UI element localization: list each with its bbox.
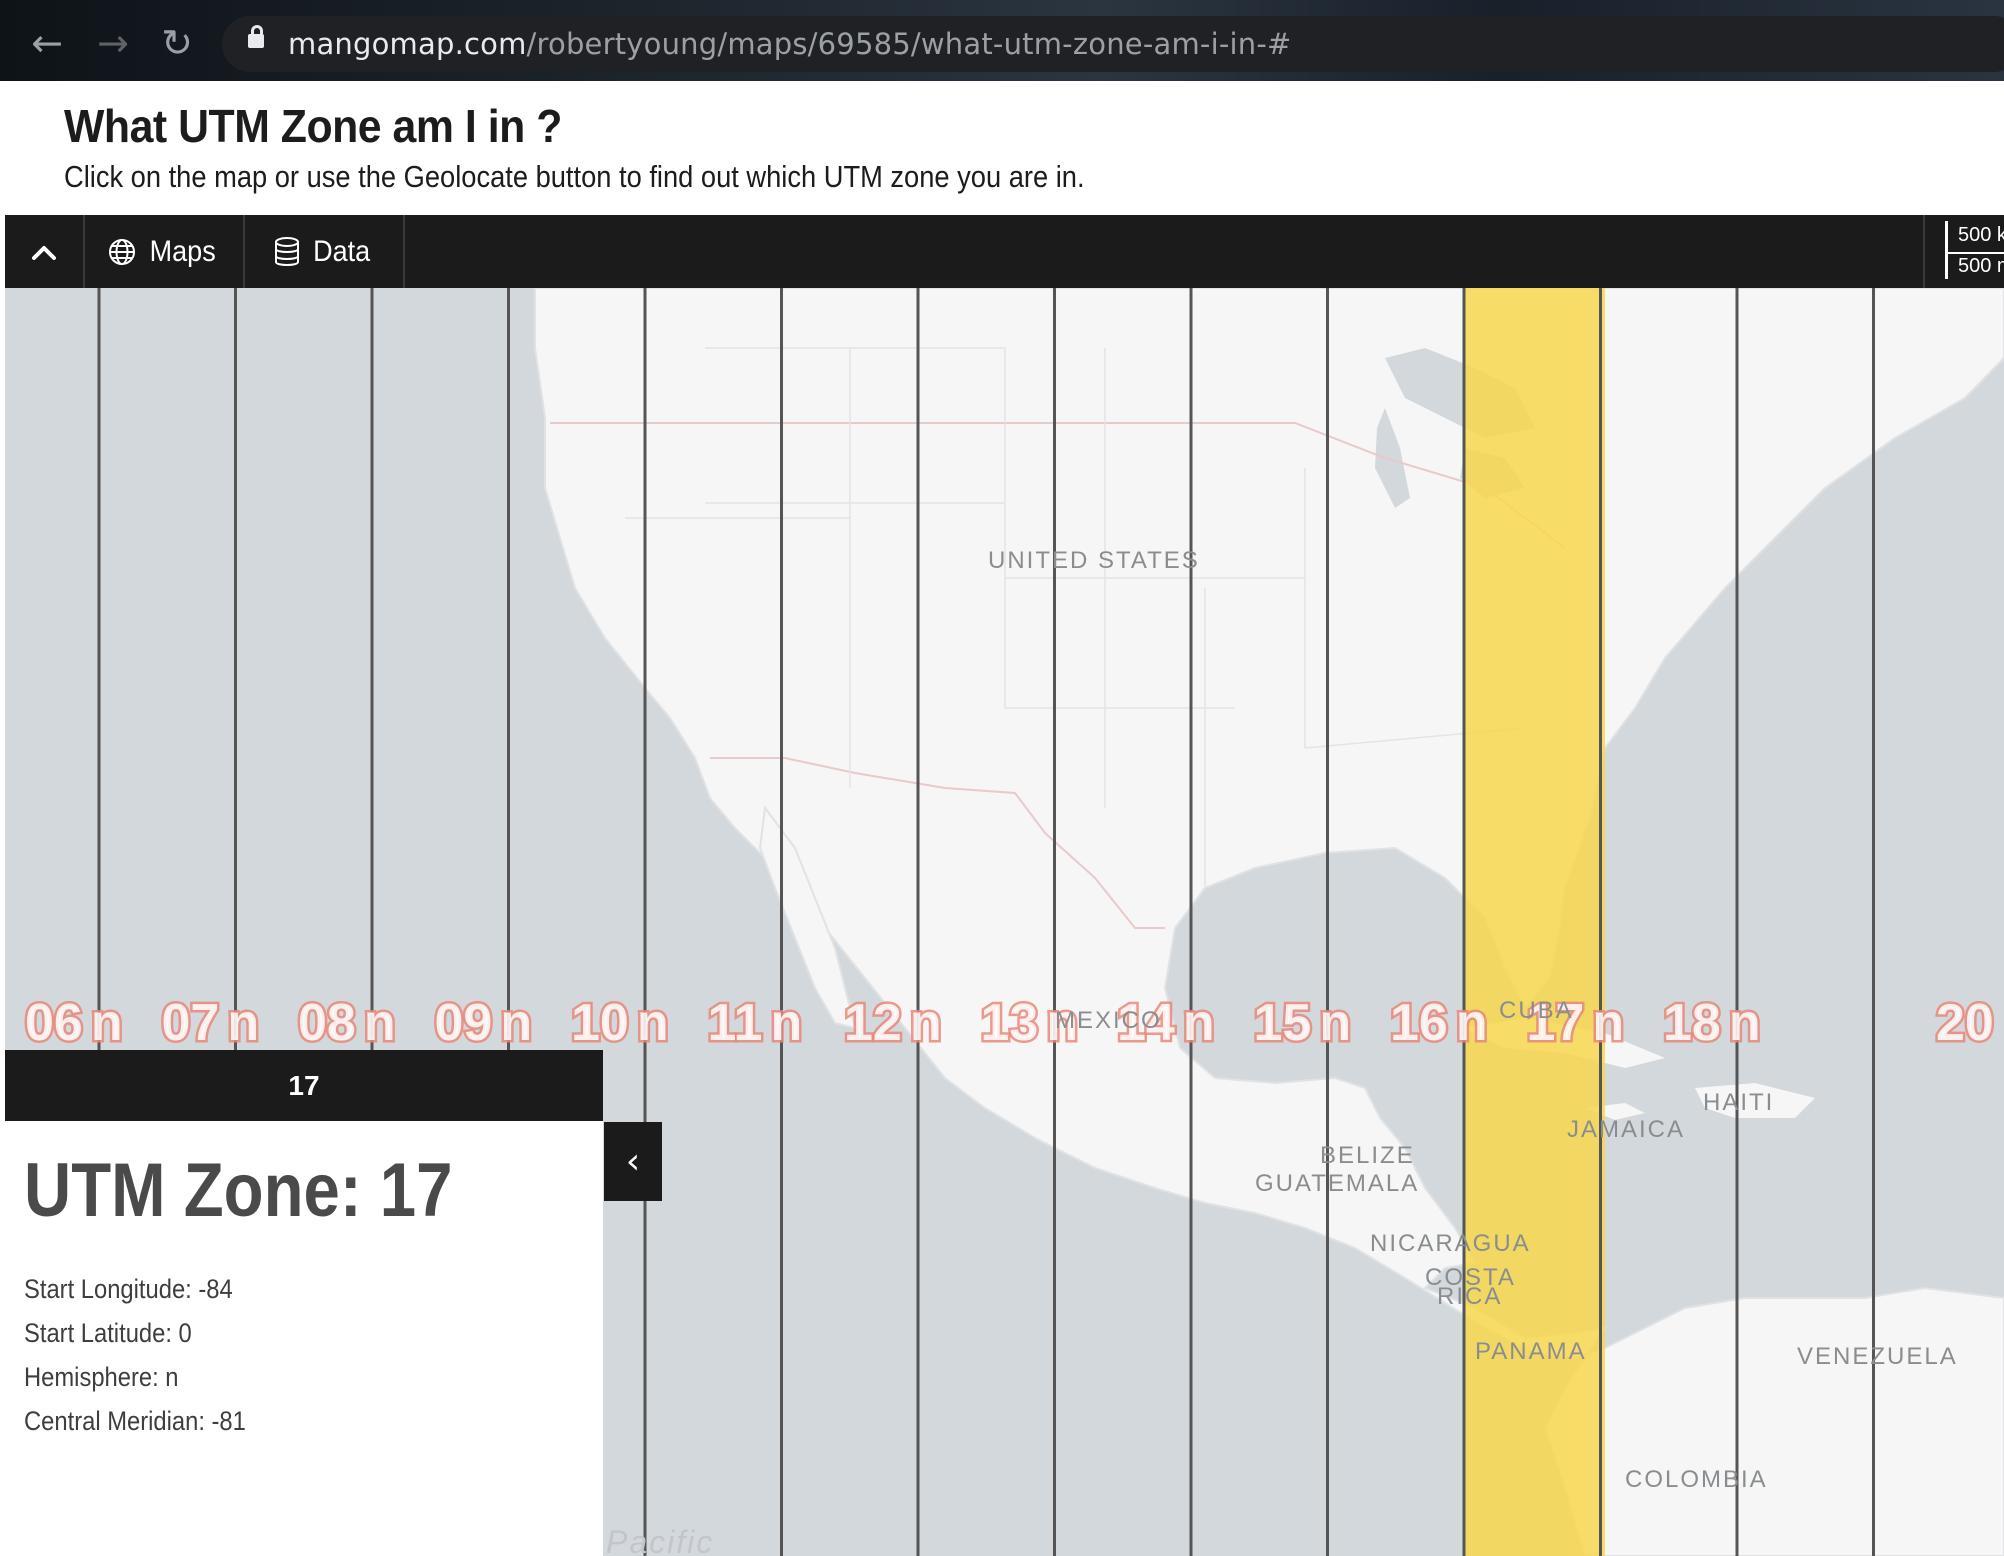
info-panel-header: 17 <box>5 1050 603 1121</box>
zone-number: 18 <box>1663 994 1721 1052</box>
zone-label: 09 n <box>435 994 533 1052</box>
database-icon <box>275 236 300 266</box>
zone-hemisphere: n <box>770 994 802 1052</box>
zone-hemisphere: n <box>910 994 942 1052</box>
place-label: GUATEMALA <box>1255 1170 1419 1197</box>
maps-label: Maps <box>149 234 217 268</box>
basemap-land <box>534 288 2004 1556</box>
place-label: BELIZE <box>1320 1142 1415 1169</box>
zone-hemisphere: n <box>227 994 259 1052</box>
zone-hemisphere: n <box>1456 994 1488 1052</box>
zone-label: 07 n <box>162 994 260 1052</box>
zone-hemisphere: n <box>1319 994 1351 1052</box>
zone-label: 18 n <box>1663 994 1761 1052</box>
chevron-left-icon: ‹ <box>625 1141 641 1182</box>
place-label: RICA <box>1437 1283 1502 1310</box>
map-toolbar: Maps Data 500 km 500 mi <box>5 215 2004 288</box>
url-text[interactable]: mangomap.com/robertyoung/maps/69585/what… <box>288 27 1292 61</box>
zone-number: 12 <box>844 994 902 1052</box>
place-label: MEXICO <box>1055 1007 1162 1034</box>
zone-label: 06 n <box>25 994 123 1052</box>
forward-icon[interactable]: → <box>88 20 138 66</box>
place-label: PANAMA <box>1475 1338 1587 1365</box>
north-america-land <box>534 288 2004 1556</box>
zone-number: 06 <box>25 994 83 1052</box>
scale-bar: 500 km 500 mi <box>1945 221 2004 279</box>
zone-heading: UTM Zone: 17 <box>24 1148 453 1233</box>
zone-hemisphere: n <box>500 994 532 1052</box>
hemisphere: Hemisphere: n <box>24 1362 179 1392</box>
zone-label: 11 n <box>708 994 803 1052</box>
zone-label: 16 n <box>1390 994 1488 1052</box>
start-longitude: Start Longitude: -84 <box>24 1274 233 1304</box>
zone-number: 15 <box>1254 994 1312 1052</box>
utm-zone-labels: 06 n 07 n 08 n 09 n 10 n 11 n 12 n 13 n 14 n 15 n 16 n 17 n 18 n 2… <box>23 992 1997 1055</box>
zone-number: 09 <box>435 994 493 1052</box>
place-label: Pacific <box>606 1524 714 1556</box>
place-label: CUBA <box>1499 997 1574 1024</box>
address-bar[interactable]: mangomap.com/robertyoung/maps/69585/what… <box>222 16 2004 72</box>
place-label: JAMAICA <box>1567 1116 1685 1143</box>
scale-divider <box>1948 252 2004 254</box>
scale-mi-label: 500 mi <box>1958 255 2004 277</box>
scale-control: 500 km 500 mi <box>1923 215 2004 288</box>
collapse-panel-button[interactable]: ‹ <box>604 1122 662 1201</box>
zone-hemisphere: n <box>91 994 123 1052</box>
zone-hemisphere: n <box>1592 994 1624 1052</box>
place-label: VENEZUELA <box>1797 1343 1958 1370</box>
zone-label: 12 n <box>844 994 942 1052</box>
maps-button[interactable]: Maps <box>85 215 245 288</box>
reload-icon[interactable]: ↻ <box>152 20 202 66</box>
selected-zone-highlight <box>1465 288 1605 1556</box>
place-label: HAITI <box>1703 1089 1774 1116</box>
data-label: Data <box>313 234 371 268</box>
globe-icon <box>109 238 136 265</box>
zone-label: 15 n <box>1254 994 1352 1052</box>
chevron-up-icon <box>32 245 56 260</box>
collapse-toolbar-button[interactable] <box>5 215 85 288</box>
start-latitude: Start Latitude: 0 <box>24 1318 192 1348</box>
zone-number: 07 <box>162 994 220 1052</box>
zone-hemisphere: n <box>364 994 396 1052</box>
back-icon[interactable]: ← <box>22 20 72 66</box>
place-label: COLOMBIA <box>1625 1466 1768 1493</box>
place-label: NICARAGUA <box>1370 1230 1531 1257</box>
zone-number: 20 <box>1936 994 1994 1052</box>
zone-number: 11 <box>708 994 763 1052</box>
zone-number: 10 <box>571 994 629 1052</box>
zone-hemisphere: n <box>1183 994 1215 1052</box>
info-panel: UTM Zone: 17 Start Longitude: -84 Start … <box>5 1121 603 1556</box>
zone-hemisphere: n <box>637 994 669 1052</box>
zone-number: 08 <box>298 994 356 1052</box>
zone-label: 10 n <box>571 994 669 1052</box>
central-meridian: Central Meridian: -81 <box>24 1406 246 1436</box>
data-button[interactable]: Data <box>245 215 405 288</box>
lock-icon[interactable] <box>248 25 264 48</box>
browser-chrome: ← → ↻ mangomap.com/robertyoung/maps/6958… <box>0 0 2004 81</box>
url-host: mangomap.com <box>288 27 527 61</box>
zone-number: 13 <box>981 994 1039 1052</box>
zone-number: 16 <box>1390 994 1448 1052</box>
page-title: What UTM Zone am I in ? <box>64 100 562 152</box>
page-header: What UTM Zone am I in ? Click on the map… <box>0 81 2004 215</box>
place-label: UNITED STATES <box>988 547 1200 574</box>
page-subtitle: Click on the map or use the Geolocate bu… <box>64 159 1085 194</box>
zone-hemisphere: n <box>1729 994 1761 1052</box>
scale-km-label: 500 km <box>1958 224 2004 246</box>
url-path: /robertyoung/maps/69585/what-utm-zone-am… <box>526 27 1292 61</box>
zone-label: 08 n <box>298 994 396 1052</box>
zone-label: 20 <box>1936 994 1994 1052</box>
